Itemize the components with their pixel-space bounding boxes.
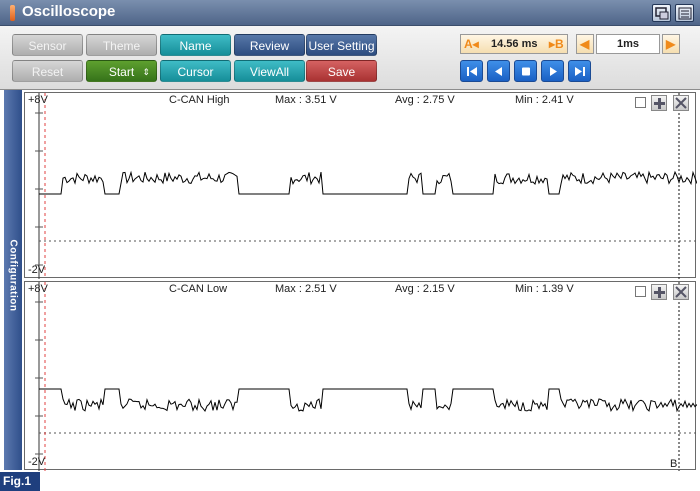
configuration-label: Configuration: [7, 239, 19, 312]
close-channel-button[interactable]: [673, 95, 689, 111]
configuration-sidebar-tab[interactable]: Configuration: [4, 90, 22, 470]
plus-icon: [654, 287, 665, 298]
channel-checkbox[interactable]: [635, 286, 646, 297]
play-icon: [550, 67, 557, 76]
timebase-decrease-button[interactable]: ◀: [576, 34, 594, 54]
waveform-trace: [39, 170, 697, 195]
close-icon: [675, 97, 687, 109]
max-value: Max : 2.51 V: [275, 283, 337, 295]
timebase-increase-button[interactable]: ▶: [662, 34, 680, 54]
window-menu-button[interactable]: [675, 4, 694, 22]
waveform-plot: [35, 282, 697, 471]
sensor-button[interactable]: Sensor: [12, 34, 83, 56]
save-button[interactable]: Save: [306, 60, 377, 82]
play-back-icon: [495, 67, 502, 76]
menu-icon: [678, 7, 692, 20]
toolbar: Sensor Theme Name Review User Setting Re…: [0, 26, 700, 90]
viewall-button[interactable]: ViewAll: [234, 60, 305, 82]
timebase-value: 1ms: [617, 38, 640, 50]
scale-top-label: +8V: [28, 94, 48, 106]
min-value: Min : 2.41 V: [515, 94, 574, 106]
window-restore-button[interactable]: [652, 4, 671, 22]
timebase-display: 1ms: [596, 34, 660, 54]
stop-icon: [522, 67, 530, 76]
last-button[interactable]: [568, 60, 591, 82]
avg-value: Avg : 2.75 V: [395, 94, 455, 106]
add-channel-button[interactable]: [651, 95, 667, 111]
start-label: Start: [108, 65, 135, 79]
window-title: Oscilloscope: [22, 3, 116, 20]
arrow-left-icon: ◀: [580, 37, 590, 51]
cursor-button[interactable]: Cursor: [160, 60, 231, 82]
name-button[interactable]: Name: [160, 34, 231, 56]
scale-bottom-label: -2V: [28, 456, 46, 468]
reset-button[interactable]: Reset: [12, 60, 83, 82]
channel-panel-can-high: +8V -2V C-CAN High Max : 3.51 V Avg : 2.…: [24, 92, 697, 279]
scale-bottom-label: -2V: [28, 264, 46, 276]
restore-icon: [655, 7, 669, 20]
skip-last-icon: [575, 67, 585, 76]
review-button[interactable]: Review: [234, 34, 305, 56]
cursor-b-label: ▸B: [549, 37, 564, 51]
first-button[interactable]: [460, 60, 483, 82]
app-icon: [10, 5, 15, 21]
start-button[interactable]: Start ⇕: [86, 60, 157, 82]
stop-button[interactable]: [514, 60, 537, 82]
close-channel-button[interactable]: [673, 284, 689, 300]
next-button[interactable]: [541, 60, 564, 82]
cursor-b-marker: B: [670, 458, 678, 470]
plus-icon: [654, 98, 665, 109]
cursor-a-label: A◂: [464, 37, 479, 51]
avg-value: Avg : 2.15 V: [395, 283, 455, 295]
theme-button[interactable]: Theme: [86, 34, 157, 56]
cursor-delta-display: A◂ 14.56 ms ▸B: [460, 34, 568, 54]
max-value: Max : 3.51 V: [275, 94, 337, 106]
scale-top-label: +8V: [28, 283, 48, 295]
updown-icon: ⇕: [142, 67, 150, 77]
title-bar: Oscilloscope: [0, 0, 700, 26]
close-icon: [675, 286, 687, 298]
channel-checkbox[interactable]: [635, 97, 646, 108]
user-setting-button[interactable]: User Setting: [306, 34, 377, 56]
arrow-right-icon: ▶: [666, 37, 676, 51]
channel-name: C-CAN High: [169, 94, 230, 106]
skip-first-icon: [467, 67, 477, 76]
previous-button[interactable]: [487, 60, 510, 82]
cursor-delta-value: 14.56 ms: [491, 38, 538, 50]
waveform-trace: [39, 388, 697, 413]
add-channel-button[interactable]: [651, 284, 667, 300]
channel-panel-can-low: +8V -2V C-CAN Low Max : 2.51 V Avg : 2.1…: [24, 281, 697, 471]
min-value: Min : 1.39 V: [515, 283, 574, 295]
figure-label: Fig.1: [0, 472, 40, 491]
channel-name: C-CAN Low: [169, 283, 228, 295]
waveform-plot: [35, 93, 697, 279]
